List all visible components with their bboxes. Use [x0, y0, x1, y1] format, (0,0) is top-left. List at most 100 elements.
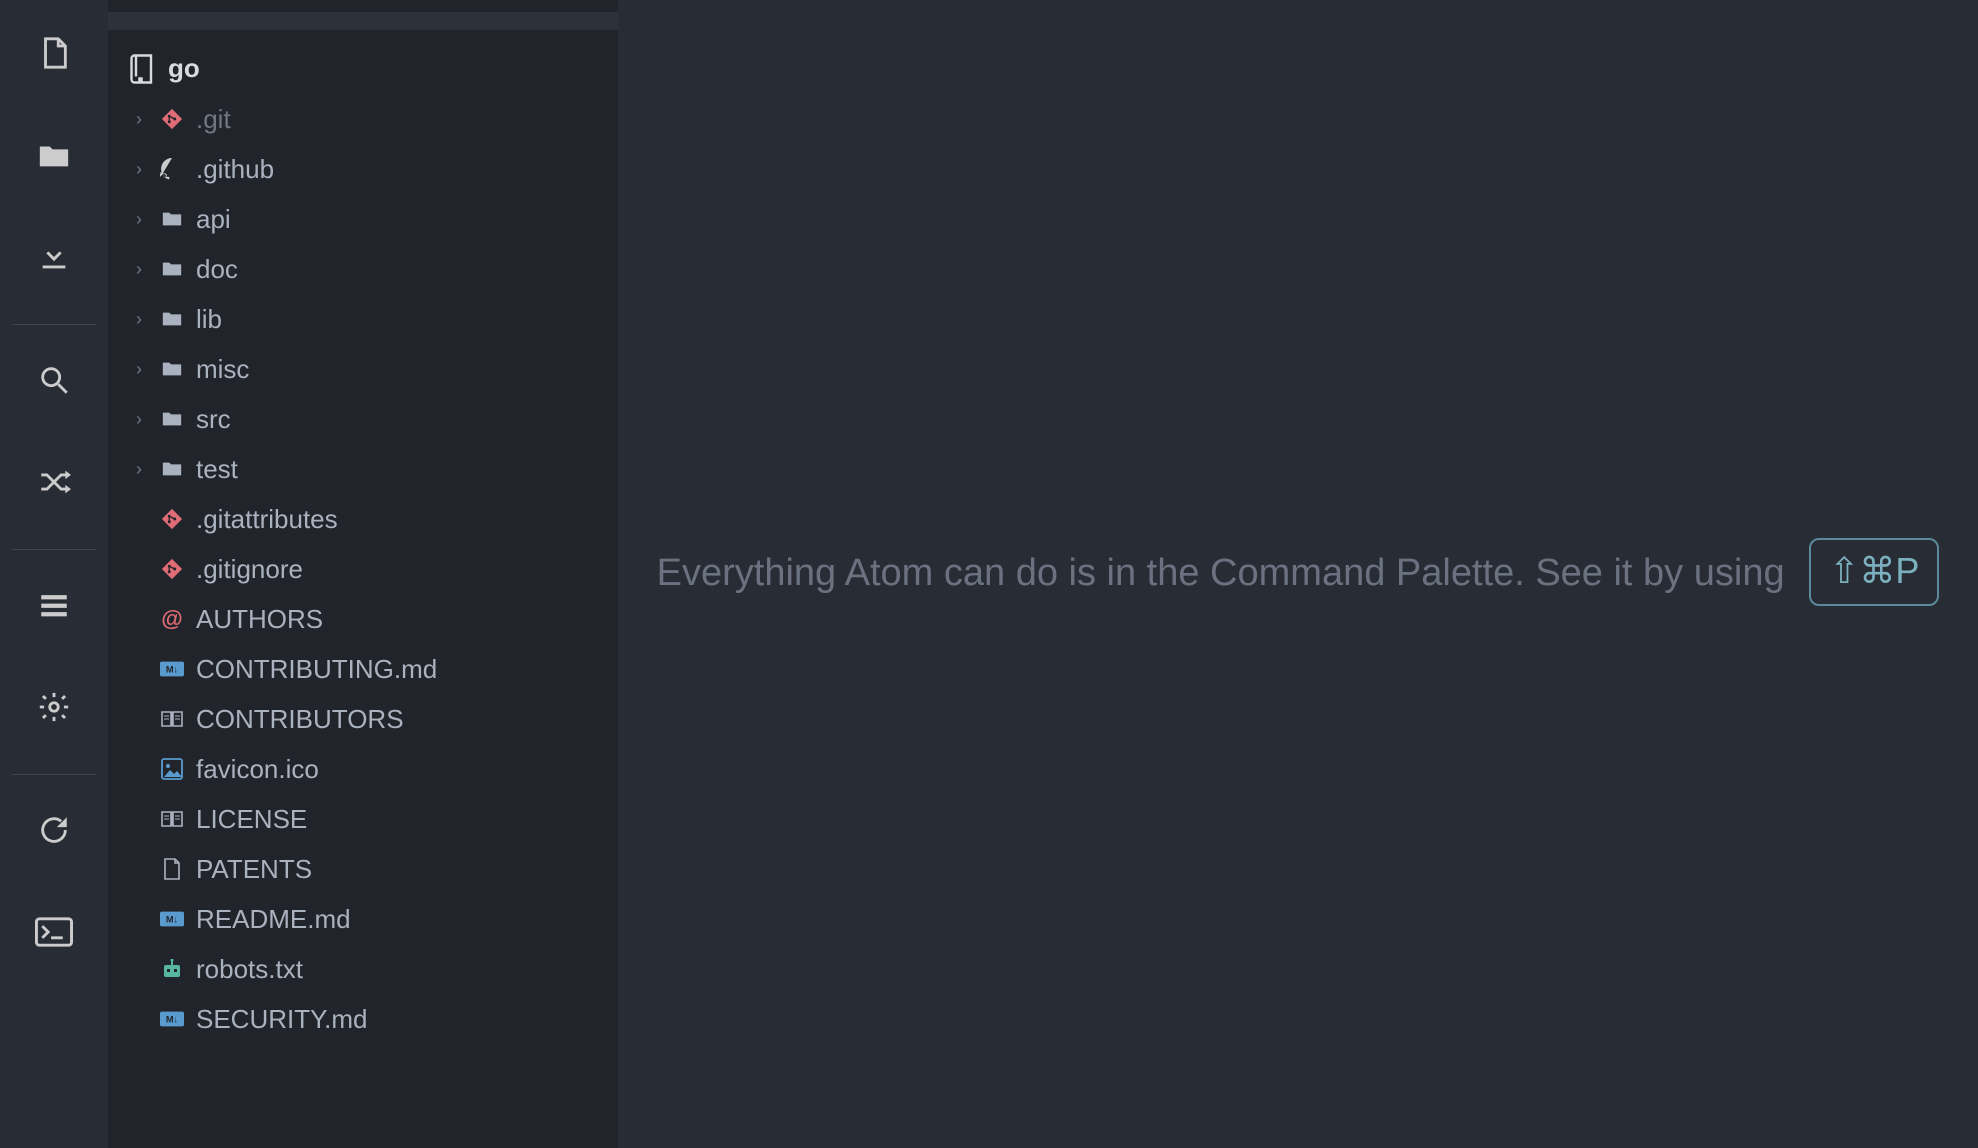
rail-search[interactable] [26, 355, 82, 411]
tree-item-doc[interactable]: › doc [108, 244, 618, 294]
tree-item-contributing-md[interactable]: ›M↓CONTRIBUTING.md [108, 644, 618, 694]
folder-icon [158, 255, 186, 283]
chevron-right-icon: › [130, 259, 148, 280]
repo-icon [130, 54, 154, 82]
shuffle-icon [37, 465, 71, 506]
svg-text:M↓: M↓ [166, 1015, 178, 1025]
folder-icon [158, 405, 186, 433]
md-icon: M↓ [158, 655, 186, 683]
chevron-right-icon: › [130, 459, 148, 480]
folder-icon [158, 205, 186, 233]
tree-item-label: doc [196, 254, 238, 285]
keyboard-shortcut: ⇧⌘P [1809, 538, 1939, 606]
tree-item-authors[interactable]: ›@AUTHORS [108, 594, 618, 644]
svg-text:M↓: M↓ [166, 665, 178, 675]
git-icon [158, 505, 186, 533]
rail-open-folder[interactable] [26, 130, 82, 186]
rail-shuffle[interactable] [26, 457, 82, 513]
tree-item-test[interactable]: › test [108, 444, 618, 494]
pagedoc-icon [158, 855, 186, 883]
search-icon [37, 363, 71, 404]
tree-item-misc[interactable]: › misc [108, 344, 618, 394]
tree-item-favicon-ico[interactable]: ›favicon.ico [108, 744, 618, 794]
tree-root[interactable]: go [108, 42, 618, 94]
activity-bar [0, 0, 108, 1148]
book-icon [158, 705, 186, 733]
tree-item-label: lib [196, 304, 222, 335]
tree-container: ›.git›.github›api›doc›lib›misc›src›test›… [108, 94, 618, 1044]
chevron-right-icon: › [130, 359, 148, 380]
tree-item-license[interactable]: ›LICENSE [108, 794, 618, 844]
menu-icon [37, 588, 71, 629]
tree-item-label: SECURITY.md [196, 1004, 367, 1035]
tree-item-contributors[interactable]: ›CONTRIBUTORS [108, 694, 618, 744]
svg-text:M↓: M↓ [166, 915, 178, 925]
chevron-right-icon: › [130, 109, 148, 130]
folder-open-icon [37, 138, 71, 179]
folder-icon [158, 355, 186, 383]
tree-item-security-md[interactable]: ›M↓SECURITY.md [108, 994, 618, 1044]
chevron-right-icon: › [130, 159, 148, 180]
tree-item-label: README.md [196, 904, 351, 935]
chevron-right-icon: › [130, 409, 148, 430]
tree-item-label: .gitattributes [196, 504, 338, 535]
tree-item-src[interactable]: › src [108, 394, 618, 444]
md-icon: M↓ [158, 1005, 186, 1033]
tree-item--gitattributes[interactable]: ›.gitattributes [108, 494, 618, 544]
tree-root-label: go [168, 53, 200, 84]
editor-area: Everything Atom can do is in the Command… [618, 0, 1978, 1148]
tree-item-label: CONTRIBUTORS [196, 704, 404, 735]
rail-divider [12, 324, 96, 325]
tree-item-label: .gitignore [196, 554, 303, 585]
image-icon [158, 755, 186, 783]
sidebar-tab-strip[interactable] [108, 12, 618, 30]
robot-icon [158, 955, 186, 983]
tree-item-label: PATENTS [196, 854, 312, 885]
tree-item-label: robots.txt [196, 954, 303, 985]
tree-item-api[interactable]: › api [108, 194, 618, 244]
tree-item-label: favicon.ico [196, 754, 319, 785]
rail-divider [12, 549, 96, 550]
tree-item-label: LICENSE [196, 804, 307, 835]
rail-menu[interactable] [26, 580, 82, 636]
welcome-message: Everything Atom can do is in the Command… [657, 540, 1940, 608]
gear-icon [37, 690, 71, 731]
rail-terminal[interactable] [26, 907, 82, 963]
tree-item-label: AUTHORS [196, 604, 323, 635]
folder-icon [158, 305, 186, 333]
tree-item-label: .github [196, 154, 274, 185]
download-icon [37, 240, 71, 281]
tree-item--gitignore[interactable]: ›.gitignore [108, 544, 618, 594]
tree-item-label: CONTRIBUTING.md [196, 654, 437, 685]
rail-download[interactable] [26, 232, 82, 288]
tree-item-label: .git [196, 104, 231, 135]
tree-item-robots-txt[interactable]: ›robots.txt [108, 944, 618, 994]
terminal-icon [35, 917, 73, 954]
rail-settings[interactable] [26, 682, 82, 738]
tree-item-label: api [196, 204, 231, 235]
tree-item-label: misc [196, 354, 249, 385]
rail-new-file[interactable] [26, 28, 82, 84]
tree-item-patents[interactable]: ›PATENTS [108, 844, 618, 894]
tree-item-label: test [196, 454, 238, 485]
file-tree-sidebar: go › .git › .github › api › doc › lib › misc › src › te… [108, 0, 618, 1148]
rail-divider [12, 774, 96, 775]
tree-item--git[interactable]: › .git [108, 94, 618, 144]
chevron-right-icon: › [130, 209, 148, 230]
md-icon: M↓ [158, 905, 186, 933]
book-icon [158, 805, 186, 833]
tree-item--github[interactable]: › .github [108, 144, 618, 194]
welcome-text: Everything Atom can do is in the Command… [657, 552, 1785, 594]
folder-icon [158, 455, 186, 483]
git-icon [158, 105, 186, 133]
at-icon: @ [158, 605, 186, 633]
tree-item-label: src [196, 404, 231, 435]
git-icon [158, 555, 186, 583]
github-icon [158, 155, 186, 183]
rail-reload[interactable] [26, 805, 82, 861]
reload-icon [37, 813, 71, 854]
file-icon [37, 36, 71, 77]
tree-item-lib[interactable]: › lib [108, 294, 618, 344]
chevron-right-icon: › [130, 309, 148, 330]
tree-item-readme-md[interactable]: ›M↓README.md [108, 894, 618, 944]
